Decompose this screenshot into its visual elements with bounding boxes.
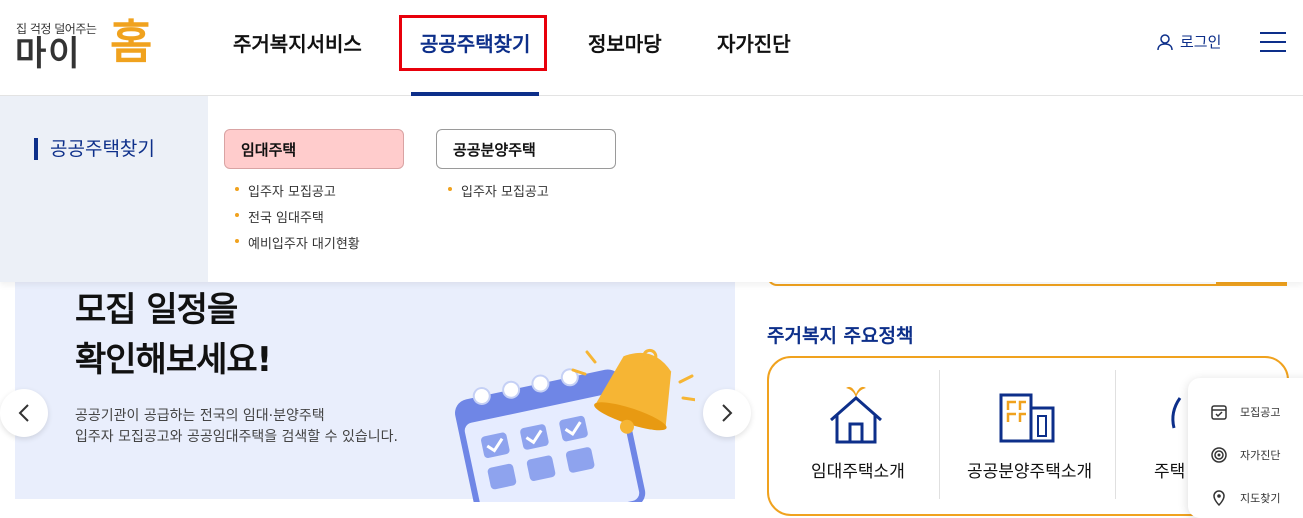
quick-menu-map-label: 지도찾기 — [1240, 492, 1281, 505]
mega-menu-sidebar: 공공주택찾기 — [0, 96, 208, 282]
apartment-building-icon — [999, 393, 1055, 443]
login-link[interactable]: 로그인 — [1156, 31, 1221, 52]
quick-menu-recruitment[interactable]: 모집공고 — [1210, 403, 1280, 421]
logo-name: 마이 — [15, 34, 82, 74]
hero-headline: 모집 일정을 확인해보세요! — [75, 285, 272, 385]
nav-self-diagnosis[interactable]: 자가진단 — [717, 28, 791, 57]
policy-divider — [1115, 370, 1116, 499]
login-label: 로그인 — [1180, 33, 1222, 51]
target-icon — [1211, 447, 1227, 463]
hero-prev-button[interactable] — [0, 389, 48, 437]
hero-headline-line1: 모집 일정을 — [75, 290, 238, 330]
chevron-left-icon — [18, 404, 29, 422]
quick-menu-self-diagnosis-label: 자가진단 — [1240, 449, 1281, 462]
hero-banner: 모집 일정을 확인해보세요! 공공기관이 공급하는 전국의 임대·분양주택 입주… — [15, 282, 735, 502]
nav-active-underline — [411, 92, 539, 96]
nav-housing-welfare-services[interactable]: 주거복지서비스 — [233, 28, 362, 57]
calendar-bell-illustration — [455, 348, 695, 502]
nav-highlight-box — [399, 15, 547, 71]
search-button[interactable] — [1216, 282, 1287, 286]
quick-menu: 모집공고 자가진단 지도찾기 — [1188, 378, 1303, 518]
chevron-right-icon — [722, 404, 733, 422]
user-icon — [1157, 33, 1173, 50]
quick-menu-self-diagnosis[interactable]: 자가진단 — [1210, 446, 1280, 464]
mega-menu: 공공주택찾기 임대주택 공공분양주택 입주자 모집공고 전국 임대주택 예비입주… — [0, 96, 1303, 282]
hero-description-line1: 공공기관이 공급하는 전국의 임대·분양주택 — [75, 408, 325, 424]
nav-info-square[interactable]: 정보마당 — [588, 28, 662, 57]
logo-home: 홈 — [110, 15, 153, 69]
category-rental-housing[interactable]: 임대주택 — [224, 129, 404, 169]
submenu-sale-recruitment-notice[interactable]: 입주자 모집공고 — [448, 181, 549, 200]
site-header: 집 걱정 덜어주는 마이 홈 주거복지서비스 공공주택찾기 정보마당 자가진단 … — [0, 0, 1303, 96]
quick-menu-map[interactable]: 지도찾기 — [1210, 489, 1280, 507]
submenu-nationwide-rental[interactable]: 전국 임대주택 — [235, 207, 324, 226]
category-public-sale-housing[interactable]: 공공분양주택 — [436, 129, 616, 169]
quick-menu-recruitment-label: 모집공고 — [1240, 406, 1281, 419]
calendar-check-icon — [1211, 405, 1227, 420]
hero-description: 공공기관이 공급하는 전국의 임대·분양주택 입주자 모집공고와 공공임대주택을… — [75, 406, 398, 448]
menu-icon[interactable] — [1260, 32, 1286, 52]
submenu-recruitment-notice[interactable]: 입주자 모집공고 — [235, 181, 336, 200]
hero-description-line2: 입주자 모집공고와 공공임대주택을 검색할 수 있습니다. — [75, 429, 398, 445]
submenu-waiting-status[interactable]: 예비입주자 대기현황 — [235, 233, 360, 252]
policy-card-rental[interactable]: 임대주택소개 — [811, 457, 905, 482]
hero-headline-line2: 확인해보세요! — [75, 340, 272, 380]
map-pin-icon — [1213, 490, 1225, 507]
policy-card-housing[interactable]: 주택 — [1154, 457, 1185, 482]
policy-section-title: 주거복지 주요정책 — [767, 325, 914, 347]
mega-menu-title: 공공주택찾기 — [34, 138, 155, 160]
site-logo[interactable]: 집 걱정 덜어주는 마이 홈 — [15, 14, 153, 74]
policy-card-public-sale[interactable]: 공공분양주택소개 — [967, 457, 1092, 482]
policy-divider — [939, 370, 940, 499]
hero-next-button[interactable] — [703, 389, 751, 437]
rental-house-icon — [830, 386, 882, 444]
